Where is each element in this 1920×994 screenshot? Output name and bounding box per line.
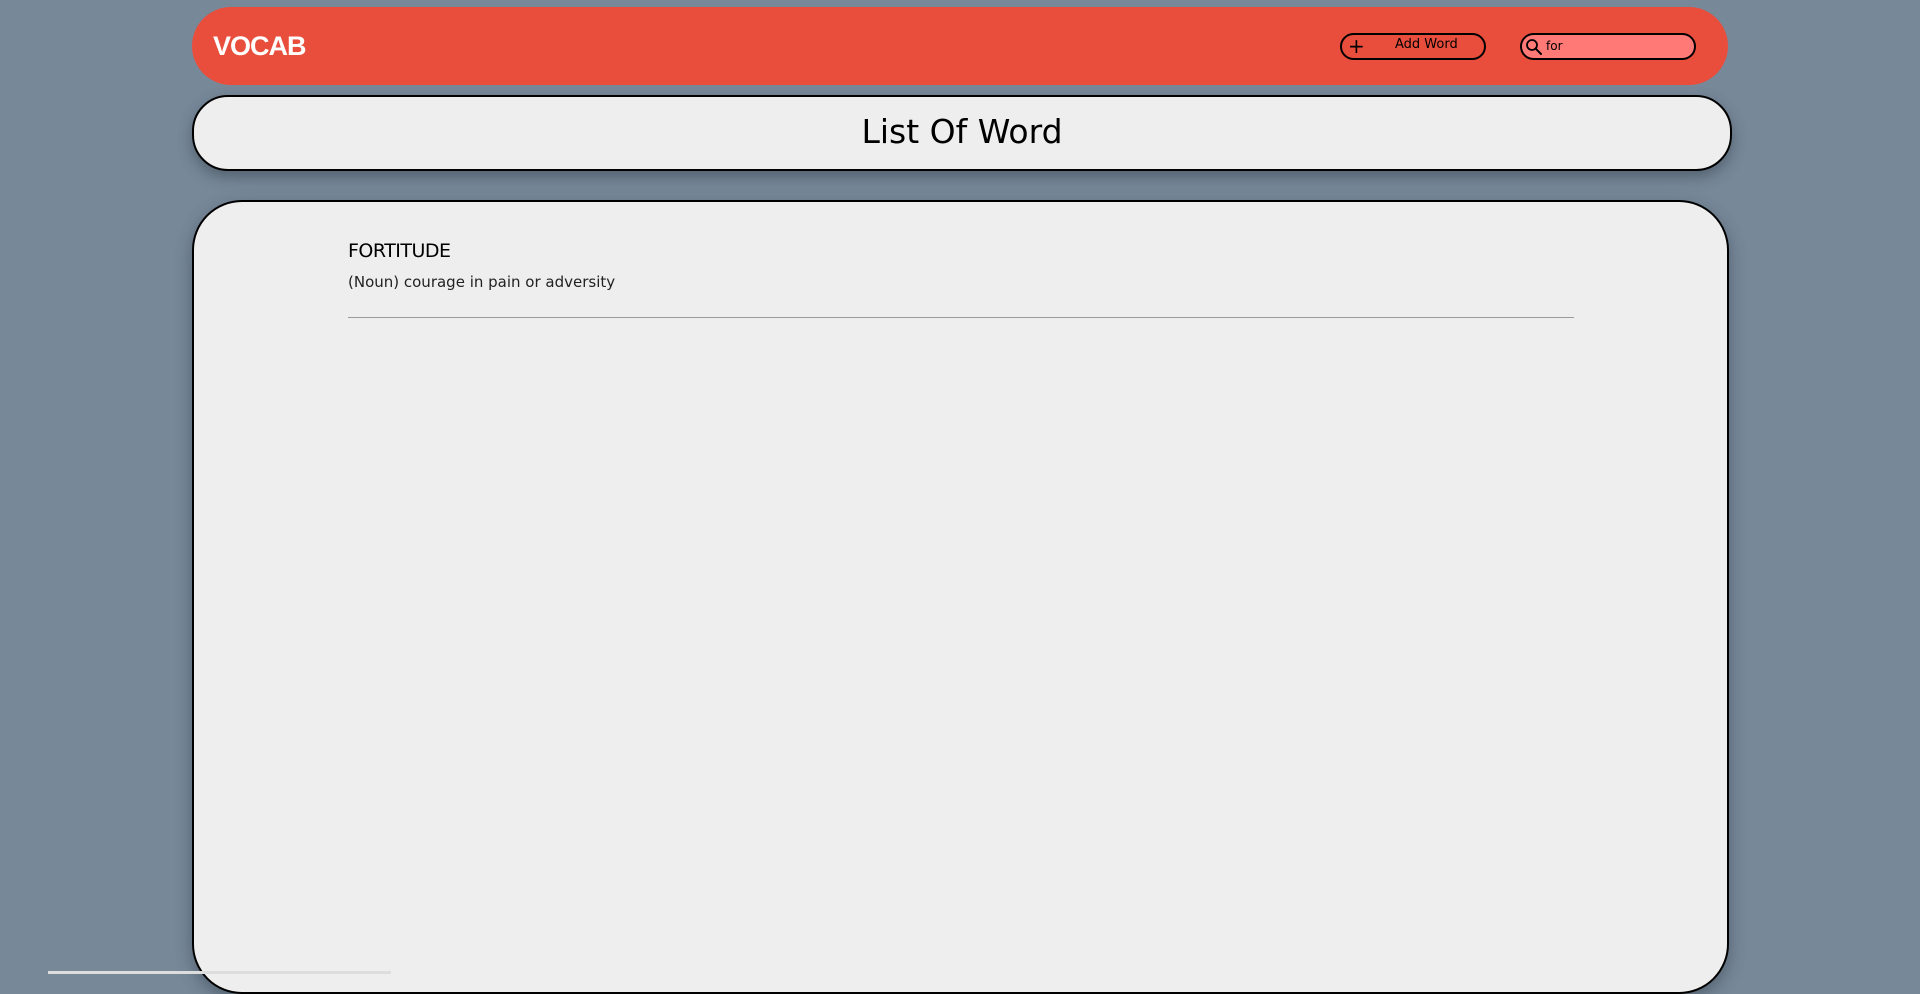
divider — [348, 317, 1574, 318]
word-definition: (Noun) courage in pain or adversity — [348, 273, 616, 291]
search-input[interactable] — [1546, 36, 1686, 56]
page-title: List Of Word — [861, 112, 1063, 151]
list-item[interactable]: FORTITUDE (Noun) courage in pain or adve… — [348, 238, 1574, 318]
search-icon — [1526, 39, 1542, 55]
navbar: VOCAB + Add Word — [192, 7, 1728, 85]
search-box — [1520, 33, 1696, 60]
word-list-card: FORTITUDE (Noun) courage in pain or adve… — [192, 200, 1729, 994]
title-card: List Of Word — [192, 95, 1732, 171]
brand-logo[interactable]: VOCAB — [213, 29, 307, 63]
plus-icon: + — [1348, 34, 1365, 58]
add-word-label: Add Word — [1395, 37, 1458, 52]
word-title: FORTITUDE — [348, 240, 451, 262]
add-word-button[interactable]: + Add Word — [1340, 33, 1486, 60]
